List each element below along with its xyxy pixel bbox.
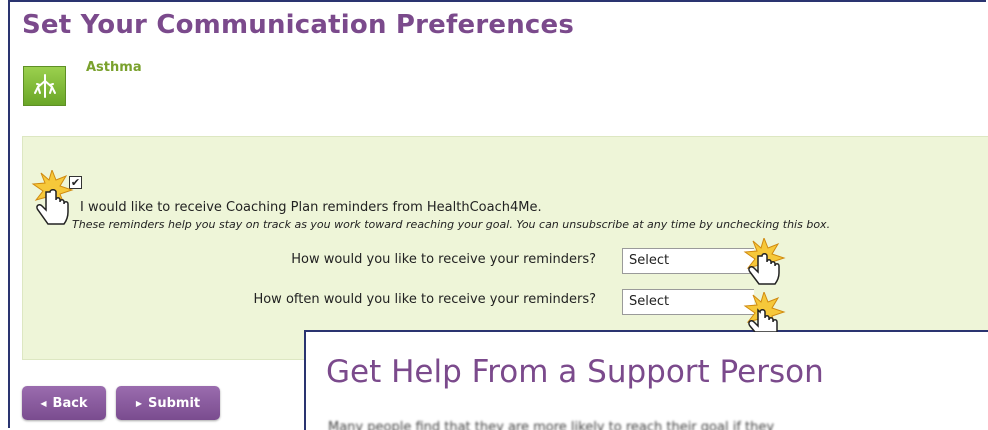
reminders-note: These reminders help you stay on track a… <box>72 218 831 231</box>
reminder-preferences-panel <box>22 136 988 360</box>
reminder-frequency-label: How often would you like to receive your… <box>253 292 596 307</box>
submit-button[interactable]: ▶ Submit <box>116 386 220 420</box>
hand-cursor-icon <box>743 292 786 332</box>
reminder-method-label: How would you like to receive your remin… <box>291 252 596 267</box>
reminders-optin-label: I would like to receive Coaching Plan re… <box>80 200 542 215</box>
support-person-title: Get Help From a Support Person <box>326 354 824 390</box>
submit-arrow-icon: ▶ <box>135 398 142 408</box>
topic-label: Asthma <box>86 60 142 75</box>
hand-cursor-icon <box>31 170 74 225</box>
hand-cursor-icon <box>743 238 786 285</box>
submit-button-label: Submit <box>148 395 201 411</box>
support-person-panel: Get Help From a Support Person Many peop… <box>304 330 988 430</box>
back-button[interactable]: ◀ Back <box>22 386 106 420</box>
back-button-label: Back <box>52 395 88 411</box>
support-person-body: Many people find that they are more like… <box>328 420 775 430</box>
reminder-method-select[interactable]: Select <box>622 248 754 274</box>
back-arrow-icon: ◀ <box>40 398 47 408</box>
page-title: Set Your Communication Preferences <box>22 10 575 40</box>
lungs-icon <box>23 66 66 106</box>
reminder-frequency-select[interactable]: Select <box>622 289 754 315</box>
